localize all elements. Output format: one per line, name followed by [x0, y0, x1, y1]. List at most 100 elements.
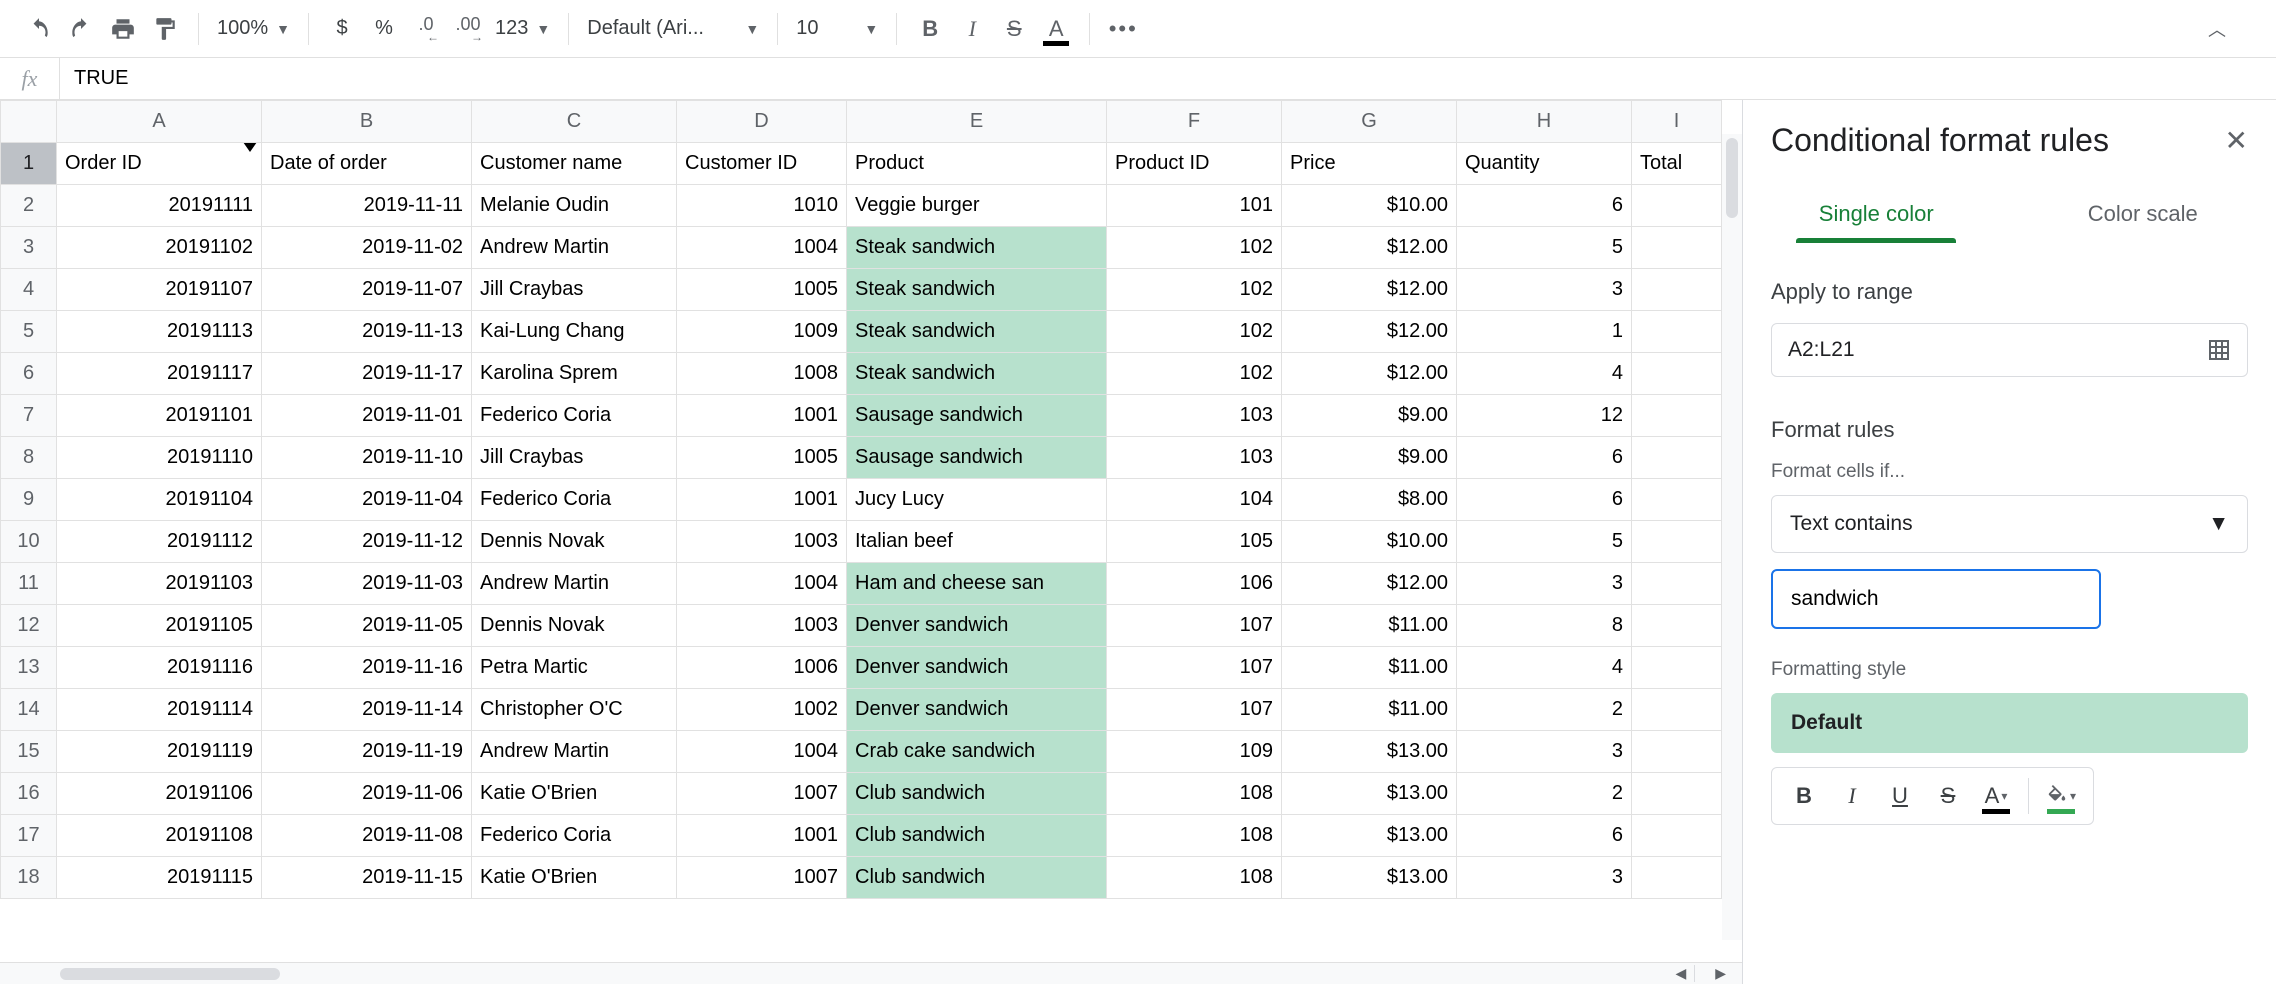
- cell[interactable]: 102: [1107, 227, 1282, 269]
- cell[interactable]: 6: [1457, 815, 1632, 857]
- cell[interactable]: 105: [1107, 521, 1282, 563]
- cell[interactable]: [1632, 227, 1722, 269]
- cell[interactable]: 2019-11-04: [262, 479, 472, 521]
- style-underline-button[interactable]: U: [1876, 774, 1924, 818]
- cell[interactable]: 2019-11-02: [262, 227, 472, 269]
- cell[interactable]: [1632, 605, 1722, 647]
- cell[interactable]: Club sandwich: [847, 857, 1107, 899]
- style-italic-button[interactable]: I: [1828, 774, 1876, 818]
- cell[interactable]: Jill Craybas: [472, 269, 677, 311]
- cell[interactable]: [1632, 269, 1722, 311]
- cell[interactable]: 3: [1457, 563, 1632, 605]
- cell[interactable]: $9.00: [1282, 395, 1457, 437]
- cell[interactable]: 102: [1107, 311, 1282, 353]
- cell[interactable]: 2019-11-01: [262, 395, 472, 437]
- row-header[interactable]: 1: [1, 143, 57, 185]
- cell[interactable]: $10.00: [1282, 521, 1457, 563]
- currency-button[interactable]: $: [323, 10, 361, 48]
- cell[interactable]: Jucy Lucy: [847, 479, 1107, 521]
- header-cell[interactable]: Product ID: [1107, 143, 1282, 185]
- cell[interactable]: 106: [1107, 563, 1282, 605]
- cell[interactable]: 2: [1457, 689, 1632, 731]
- cell[interactable]: 1001: [677, 395, 847, 437]
- cell[interactable]: Melanie Oudin: [472, 185, 677, 227]
- row-header[interactable]: 5: [1, 311, 57, 353]
- cell[interactable]: 2019-11-16: [262, 647, 472, 689]
- cell[interactable]: [1632, 437, 1722, 479]
- cell[interactable]: 1008: [677, 353, 847, 395]
- cell[interactable]: 8: [1457, 605, 1632, 647]
- cell[interactable]: 20191114: [57, 689, 262, 731]
- cell[interactable]: 2019-11-12: [262, 521, 472, 563]
- cell[interactable]: $11.00: [1282, 647, 1457, 689]
- style-preview[interactable]: Default: [1771, 693, 2248, 753]
- horizontal-scrollbar[interactable]: ◀ ▶: [0, 962, 1742, 984]
- cell[interactable]: $12.00: [1282, 269, 1457, 311]
- cell[interactable]: 2019-11-08: [262, 815, 472, 857]
- cell[interactable]: $12.00: [1282, 227, 1457, 269]
- header-cell[interactable]: Date of order: [262, 143, 472, 185]
- cell[interactable]: 1001: [677, 479, 847, 521]
- row-header[interactable]: 16: [1, 773, 57, 815]
- cell[interactable]: $12.00: [1282, 311, 1457, 353]
- cell[interactable]: 1004: [677, 227, 847, 269]
- cell[interactable]: [1632, 647, 1722, 689]
- cell[interactable]: $13.00: [1282, 773, 1457, 815]
- cell[interactable]: 107: [1107, 605, 1282, 647]
- scroll-left-button[interactable]: ◀: [1669, 965, 1692, 982]
- header-cell[interactable]: Customer name: [472, 143, 677, 185]
- row-header[interactable]: 2: [1, 185, 57, 227]
- cell[interactable]: [1632, 815, 1722, 857]
- col-header-F[interactable]: F: [1107, 101, 1282, 143]
- percent-button[interactable]: %: [365, 10, 403, 48]
- cell[interactable]: $11.00: [1282, 689, 1457, 731]
- zoom-dropdown[interactable]: 100%▼: [213, 17, 294, 40]
- cell[interactable]: Steak sandwich: [847, 227, 1107, 269]
- tab-single-color[interactable]: Single color: [1743, 187, 2010, 241]
- header-cell[interactable]: Quantity: [1457, 143, 1632, 185]
- cell[interactable]: [1632, 311, 1722, 353]
- col-header-E[interactable]: E: [847, 101, 1107, 143]
- cell[interactable]: 107: [1107, 689, 1282, 731]
- col-header-I[interactable]: I: [1632, 101, 1722, 143]
- cell[interactable]: 108: [1107, 773, 1282, 815]
- row-header[interactable]: 7: [1, 395, 57, 437]
- row-header[interactable]: 12: [1, 605, 57, 647]
- redo-button[interactable]: [62, 10, 100, 48]
- cell[interactable]: [1632, 353, 1722, 395]
- select-all-corner[interactable]: [1, 101, 57, 143]
- cell[interactable]: 1006: [677, 647, 847, 689]
- range-input[interactable]: A2:L21: [1771, 323, 2248, 377]
- cell[interactable]: Kai-Lung Chang: [472, 311, 677, 353]
- col-header-C[interactable]: C: [472, 101, 677, 143]
- cell[interactable]: 3: [1457, 269, 1632, 311]
- cell[interactable]: Italian beef: [847, 521, 1107, 563]
- cell[interactable]: 1004: [677, 731, 847, 773]
- header-cell[interactable]: Total: [1632, 143, 1722, 185]
- cell[interactable]: Andrew Martin: [472, 731, 677, 773]
- cell[interactable]: 20191105: [57, 605, 262, 647]
- cell[interactable]: Ham and cheese san: [847, 563, 1107, 605]
- condition-text-input[interactable]: [1771, 569, 2101, 629]
- cell[interactable]: [1632, 689, 1722, 731]
- row-header[interactable]: 8: [1, 437, 57, 479]
- cell[interactable]: 6: [1457, 437, 1632, 479]
- cell[interactable]: 12: [1457, 395, 1632, 437]
- cell[interactable]: 2019-11-17: [262, 353, 472, 395]
- cell[interactable]: $9.00: [1282, 437, 1457, 479]
- cell[interactable]: 5: [1457, 521, 1632, 563]
- cell[interactable]: Steak sandwich: [847, 269, 1107, 311]
- cell[interactable]: 101: [1107, 185, 1282, 227]
- cell[interactable]: $13.00: [1282, 857, 1457, 899]
- cell[interactable]: Club sandwich: [847, 773, 1107, 815]
- cell[interactable]: Veggie burger: [847, 185, 1107, 227]
- style-text-color-button[interactable]: A▾: [1972, 774, 2020, 818]
- cell[interactable]: 20191102: [57, 227, 262, 269]
- cell[interactable]: 107: [1107, 647, 1282, 689]
- cell[interactable]: 4: [1457, 647, 1632, 689]
- cell[interactable]: 3: [1457, 857, 1632, 899]
- row-header[interactable]: 15: [1, 731, 57, 773]
- cell[interactable]: 1004: [677, 563, 847, 605]
- cell[interactable]: 20191119: [57, 731, 262, 773]
- cell[interactable]: 1003: [677, 521, 847, 563]
